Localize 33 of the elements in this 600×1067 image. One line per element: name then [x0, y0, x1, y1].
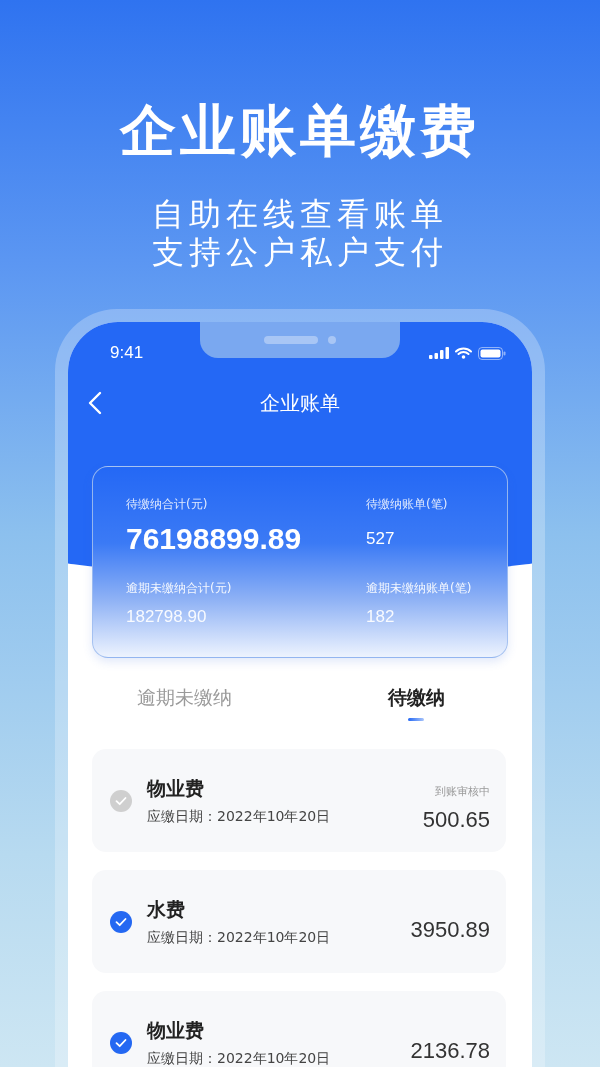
summary-label: 逾期未缴纳合计(元): [126, 580, 233, 597]
due-date: 应缴日期：2022年10年20日: [147, 928, 332, 947]
status-time: 9:41: [110, 343, 144, 363]
battery-icon: [478, 346, 506, 360]
summary-value: 76198899.89: [126, 521, 303, 557]
summary-label: 逾期未缴纳账单(笔): [366, 580, 473, 597]
tab-indicator: [408, 718, 424, 721]
summary-value: 182798.90: [126, 606, 208, 628]
summary-label: 待缴纳账单(笔): [366, 496, 449, 513]
bill-card[interactable]: 水费 应缴日期：2022年10年20日 3950.89: [92, 870, 506, 973]
subtitle-line: 支持公户私户支付: [152, 233, 448, 271]
signal-icon: [429, 347, 449, 359]
bill-amount: 500.65: [422, 807, 490, 833]
summary-value: 527: [366, 528, 396, 550]
bill-amount: 2136.78: [410, 1037, 490, 1064]
check-icon[interactable]: [109, 909, 133, 934]
tab[interactable]: 待缴纳: [387, 684, 445, 710]
summary-label: 待缴纳合计(元): [126, 496, 209, 513]
subtitle-line: 自助在线查看账单: [152, 195, 448, 233]
due-date: 应缴日期：2022年10年20日: [147, 1049, 332, 1067]
bill-name: 物业费: [147, 1017, 205, 1043]
bill-card[interactable]: 物业费 应缴日期：2022年10年20日 2136.78: [92, 991, 506, 1067]
due-date: 应缴日期：2022年10年20日: [147, 807, 332, 826]
wifi-icon: [455, 347, 472, 359]
bill-name: 水费: [147, 896, 186, 922]
page-title: 企业账单: [260, 389, 340, 417]
check-icon[interactable]: [109, 1030, 133, 1055]
bill-status: 到账审核中: [435, 784, 490, 799]
summary-value: 182: [366, 606, 396, 628]
back-icon[interactable]: [88, 391, 102, 415]
headline: 企业账单缴费: [120, 97, 480, 165]
bill-amount: 3950.89: [410, 916, 490, 943]
bill-name: 物业费: [147, 775, 205, 801]
